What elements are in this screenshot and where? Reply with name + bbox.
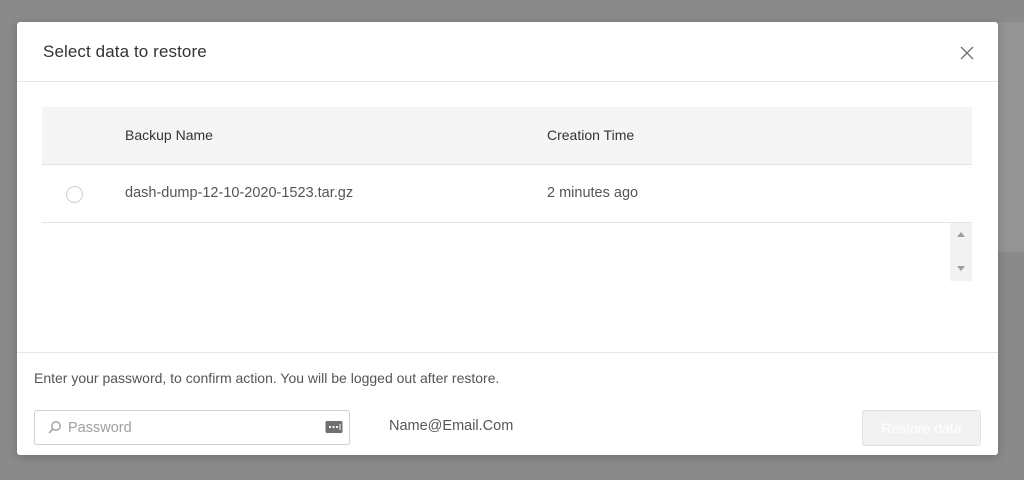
dialog-header: Select data to restore [17, 22, 998, 82]
password-field[interactable] [34, 410, 350, 445]
table-header: Backup Name Creation Time [42, 107, 972, 165]
table-row[interactable]: dash-dump-12-10-2020-1523.tar.gz 2 minut… [42, 165, 972, 281]
table-scrollbar[interactable] [950, 223, 972, 281]
creation-time-cell: 2 minutes ago [547, 185, 639, 201]
scroll-up-arrow-icon[interactable] [957, 232, 965, 237]
scroll-down-arrow-icon[interactable] [957, 266, 965, 271]
restore-data-button[interactable]: Restore data [862, 410, 981, 446]
column-header-creation-time[interactable]: Creation Time [547, 127, 634, 143]
search-icon [48, 421, 61, 434]
background-card [998, 22, 1024, 252]
restore-dialog: Select data to restore Backup Name Creat… [17, 22, 998, 455]
account-email: Name@Email.Com [389, 418, 514, 434]
column-header-backup-name[interactable]: Backup Name [125, 127, 213, 143]
backup-name-cell: dash-dump-12-10-2020-1523.tar.gz [125, 185, 354, 201]
password-manager-icon[interactable] [325, 420, 343, 434]
confirm-instruction: Enter your password, to confirm action. … [34, 370, 500, 386]
password-input[interactable] [68, 417, 318, 439]
backup-table: Backup Name Creation Time dash-dump-12-1… [42, 107, 972, 281]
row-select-radio[interactable] [66, 186, 83, 203]
dialog-footer: Enter your password, to confirm action. … [17, 352, 998, 455]
dialog-title: Select data to restore [43, 42, 207, 61]
close-icon[interactable] [958, 44, 976, 62]
